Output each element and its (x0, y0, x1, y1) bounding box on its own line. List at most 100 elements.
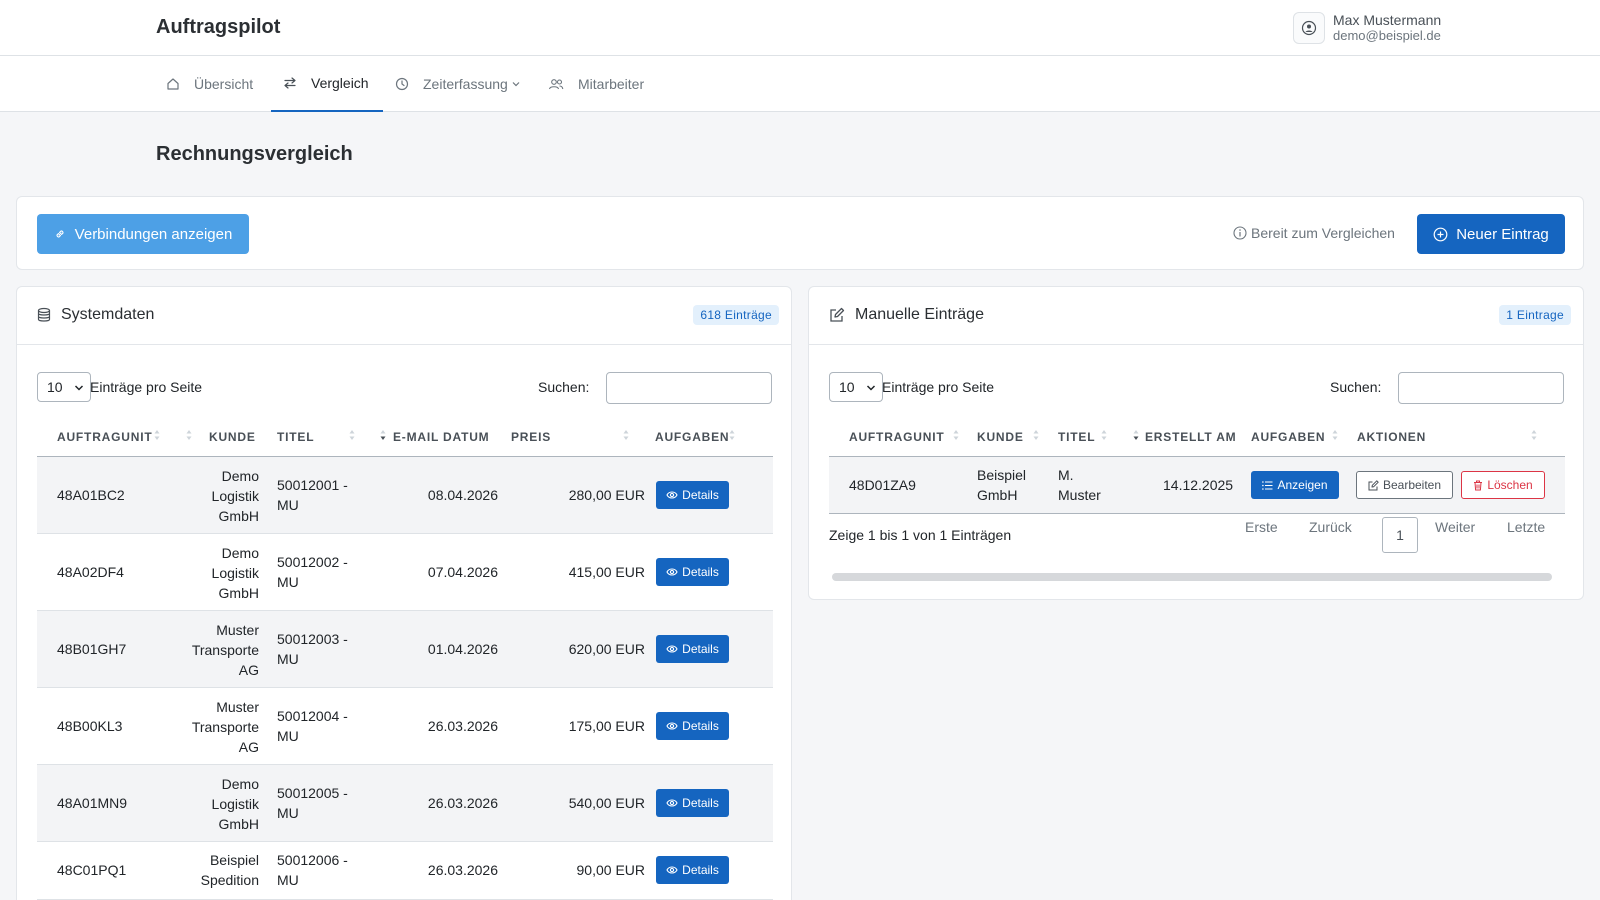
edit-button[interactable]: Bearbeiten (1356, 471, 1453, 499)
col-aufgaben[interactable]: AUFGABEN (1251, 430, 1325, 444)
user-avatar-icon[interactable] (1293, 12, 1325, 44)
sort-icon[interactable] (349, 429, 355, 441)
cell-kunde: Beispiel GmbH (977, 467, 1027, 503)
details-button[interactable]: Details (656, 558, 729, 586)
new-entry-button[interactable]: Neuer Eintrag (1417, 214, 1565, 254)
panel-header: Manuelle Einträge 1 Eintrage (809, 287, 1583, 345)
app-title[interactable]: Auftragspilot (156, 16, 280, 39)
details-button[interactable]: Details (656, 635, 729, 663)
panel-title: Manuelle Einträge (829, 306, 984, 324)
sort-icon[interactable] (1332, 429, 1338, 441)
col-email-datum[interactable]: E-MAIL DATUM (393, 430, 489, 444)
col-preis[interactable]: PREIS (511, 430, 551, 444)
nav-item-mitarbeiter[interactable]: Mitarbeiter (548, 56, 644, 112)
cell-preis: 620,00 EUR (568, 641, 645, 657)
col-auftragunit[interactable]: AUFTRAGUNIT (57, 430, 152, 444)
eye-icon (666, 865, 678, 875)
sort-icon[interactable] (953, 429, 959, 441)
table-row: 48B00KL3 Muster Transporte AG 50012004 - MU… (37, 688, 773, 765)
col-erstellt-am[interactable]: ERSTELLT AM (1145, 430, 1236, 444)
sort-icon[interactable] (1033, 429, 1039, 441)
page-length-label: Einträge pro Seite (882, 379, 995, 395)
details-button[interactable]: Details (656, 712, 729, 740)
users-icon (548, 77, 564, 91)
pagination-next[interactable]: Weiter (1435, 519, 1475, 535)
table-row: 48D01ZA9 Beispiel GmbH M. Muster 14.12.202… (829, 457, 1565, 514)
cell-titel: 50012002 - MU (277, 554, 348, 590)
search-input[interactable] (606, 372, 772, 404)
edit-square-icon (829, 307, 845, 323)
entry-count-badge: 618 Einträge (693, 305, 779, 325)
cell-datum: 07.04.2026 (427, 564, 498, 580)
cell-titel: M. Muster (1058, 467, 1101, 503)
manual-entries-panel: Manuelle Einträge 1 Eintrage 10 Einträge… (808, 286, 1584, 600)
eye-icon (666, 798, 678, 808)
sort-icon[interactable] (186, 429, 192, 441)
details-label: Details (682, 488, 719, 502)
cell-auftragunit: 48A01MN9 (57, 795, 128, 811)
pagination-last[interactable]: Letzte (1507, 519, 1545, 535)
cell-kunde: Muster Transporte AG (191, 622, 259, 678)
cell-auftragunit: 48A01BC2 (57, 487, 125, 503)
new-entry-label: Neuer Eintrag (1456, 225, 1549, 243)
pagination-previous[interactable]: Zurück (1309, 519, 1352, 535)
sort-icon[interactable] (154, 429, 160, 441)
system-data-panel: Systemdaten 618 Einträge 10 Einträge pro… (16, 286, 792, 900)
sort-icon[interactable] (729, 429, 735, 441)
cell-preis: 280,00 EUR (568, 487, 645, 503)
horizontal-scrollbar[interactable] (832, 573, 1552, 581)
sort-icon[interactable] (1101, 429, 1107, 441)
nav-item-zeiterfassung[interactable]: Zeiterfassung (395, 56, 520, 112)
pagination-page-current[interactable]: 1 (1382, 517, 1418, 553)
cell-auftragunit: 48B00KL3 (57, 718, 123, 734)
details-button[interactable]: Details (656, 856, 729, 884)
sort-desc-icon[interactable] (380, 429, 386, 441)
show-connections-label: Verbindungen anzeigen (74, 225, 233, 243)
page-length-select[interactable]: 10 (37, 372, 91, 402)
toolbar-card: Verbindungen anzeigen Bereit zum Verglei… (16, 196, 1584, 270)
chevron-down-icon (74, 383, 84, 393)
show-button[interactable]: Anzeigen (1251, 471, 1339, 499)
cell-datum: 26.03.2026 (427, 795, 498, 811)
pagination-first[interactable]: Erste (1245, 519, 1278, 535)
col-kunde[interactable]: KUNDE (977, 430, 1024, 444)
sort-icon[interactable] (623, 429, 629, 441)
table-row: 48C01PQ1 Beispiel Spedition 50012006 - MU … (37, 842, 773, 900)
show-connections-button[interactable]: Verbindungen anzeigen (37, 214, 249, 254)
cell-datum: 26.03.2026 (427, 718, 498, 734)
search-label: Suchen: (538, 379, 590, 395)
cell-datum: 08.04.2026 (427, 487, 498, 503)
database-icon (37, 307, 51, 323)
cell-titel: 50012005 - MU (277, 785, 348, 821)
nav-label: Vergleich (311, 75, 369, 91)
cell-datum: 01.04.2026 (427, 641, 498, 657)
nav-item-vergleich[interactable]: Vergleich (271, 56, 383, 112)
user-menu[interactable]: Max Mustermann demo@beispiel.de (1293, 12, 1441, 44)
search-input[interactable] (1398, 372, 1564, 404)
sort-icon[interactable] (1531, 429, 1537, 441)
table-header: AUFTRAGUNIT KUNDE TITEL E-MAIL DATUM PRE… (37, 417, 773, 457)
page-length-select[interactable]: 10 (829, 372, 883, 402)
search-label: Suchen: (1330, 379, 1382, 395)
info-icon (1233, 226, 1247, 240)
nav-item-uebersicht[interactable]: Übersicht (166, 56, 253, 112)
cell-preis: 415,00 EUR (568, 564, 645, 580)
page-length-value: 10 (839, 379, 855, 395)
eye-icon (666, 567, 678, 577)
link-icon (54, 228, 66, 240)
details-button[interactable]: Details (656, 789, 729, 817)
cell-kunde: Muster Transporte AG (191, 699, 259, 755)
col-auftragunit[interactable]: AUFTRAGUNIT (849, 430, 944, 444)
col-aktionen[interactable]: AKTIONEN (1357, 430, 1426, 444)
col-titel[interactable]: TITEL (1058, 430, 1095, 444)
page-length-label: Einträge pro Seite (90, 379, 203, 395)
edit-label: Bearbeiten (1382, 478, 1442, 492)
details-button[interactable]: Details (656, 481, 729, 509)
col-aufgaben[interactable]: AUFGABEN (655, 430, 729, 444)
col-kunde[interactable]: KUNDE (209, 430, 256, 444)
col-titel[interactable]: TITEL (277, 430, 314, 444)
sort-desc-icon[interactable] (1133, 429, 1139, 441)
delete-button[interactable]: Löschen (1461, 471, 1545, 499)
cell-preis: 175,00 EUR (568, 718, 645, 734)
eye-icon (666, 490, 678, 500)
